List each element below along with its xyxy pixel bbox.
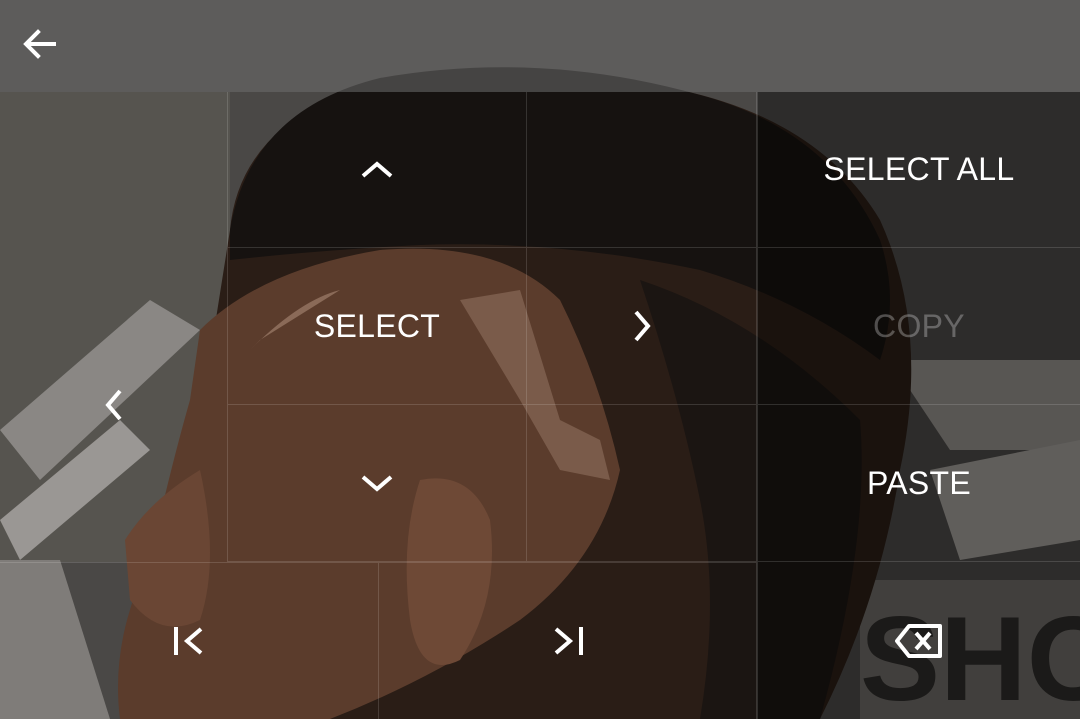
cursor-right-button[interactable] <box>527 248 757 405</box>
chevron-right-icon <box>630 308 654 344</box>
cursor-left-button[interactable] <box>0 248 227 562</box>
line-start-icon <box>171 624 207 658</box>
top-bar <box>0 0 1080 92</box>
select-all-label: SELECT ALL <box>823 151 1015 187</box>
backspace-button[interactable] <box>757 562 1080 719</box>
backspace-icon <box>894 623 944 659</box>
select-button[interactable]: SELECT <box>227 248 527 405</box>
line-end-button[interactable] <box>379 562 757 719</box>
keypad-blank-cell <box>527 405 757 562</box>
text-editing-keypad: SELECT SELECT ALL COPY PASTE <box>0 92 1080 719</box>
line-start-button[interactable] <box>0 562 379 719</box>
arrow-left-icon <box>23 29 56 59</box>
line-end-icon <box>550 624 586 658</box>
copy-button[interactable]: COPY <box>757 248 1080 405</box>
back-button[interactable] <box>14 18 66 70</box>
select-all-button[interactable]: SELECT ALL <box>757 92 1080 248</box>
select-label: SELECT <box>313 307 441 344</box>
chevron-left-icon <box>102 387 126 423</box>
cursor-up-button[interactable] <box>227 92 527 248</box>
copy-label: COPY <box>873 307 965 344</box>
paste-label: PASTE <box>866 464 972 501</box>
paste-button[interactable]: PASTE <box>757 405 1080 562</box>
chevron-down-icon <box>359 471 395 495</box>
chevron-up-icon <box>359 158 395 182</box>
cursor-down-button[interactable] <box>227 405 527 562</box>
keypad-blank-cell <box>527 92 757 248</box>
